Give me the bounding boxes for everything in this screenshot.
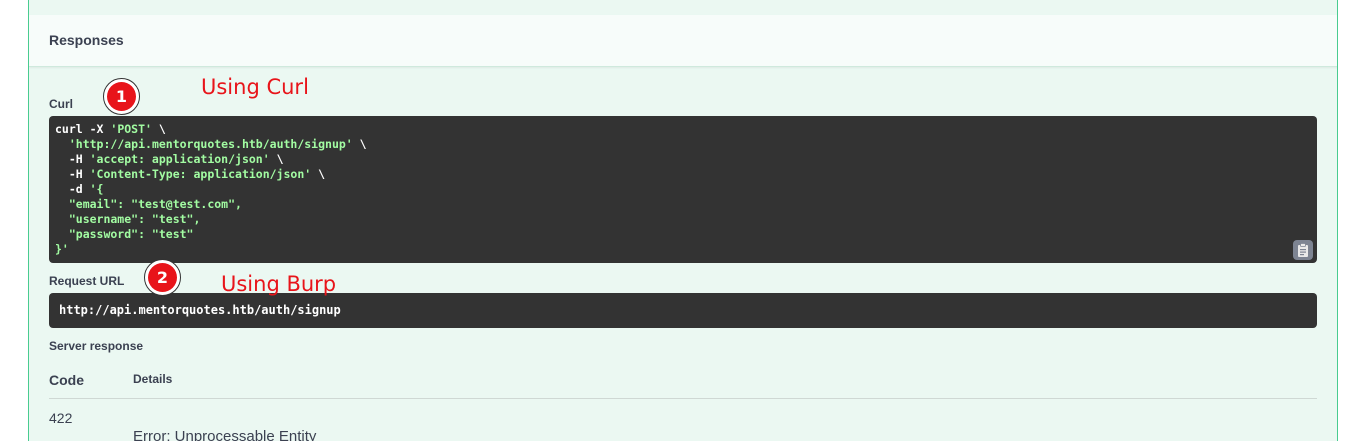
curl-string-token: }' [55,242,69,256]
curl-line: "username": "test", [55,212,1311,227]
responses-title: Responses [49,32,124,48]
server-response-label: Server response [49,339,144,353]
curl-line: "password": "test" [55,227,1311,242]
curl-line: -d '{ [55,182,1311,197]
copy-to-clipboard-button[interactable] [1293,240,1313,260]
curl-string-token: "email": "test@test.com", [55,197,242,211]
request-url-label: Request URL [49,274,125,288]
code-column-header: Code [49,372,84,388]
curl-line: "email": "test@test.com", [55,197,1311,212]
curl-token: -H [55,152,90,166]
details-column-header: Details [133,372,173,386]
curl-line: -H 'accept: application/json' \ [55,152,1311,167]
responses-header: Responses [29,15,1337,67]
curl-token: -H [55,167,90,181]
responses-panel: Responses Curl curl -X 'POST' \ 'http://… [28,0,1338,441]
curl-string-token: "username": "test", [55,212,201,226]
response-code: 422 [49,410,73,426]
curl-line: curl -X 'POST' \ [55,122,1311,137]
curl-string-token: 'POST' [110,122,152,136]
annotation-number-1: 1 [107,82,136,111]
curl-token: \ [269,152,284,166]
annotation-text-using-burp: Using Burp [221,272,337,296]
curl-label: Curl [49,97,73,111]
clipboard-icon [1298,243,1308,257]
table-divider [49,398,1317,399]
annotation-number-2: 2 [148,263,177,292]
request-url-block[interactable]: http://api.mentorquotes.htb/auth/signup [49,293,1317,328]
curl-token: curl -X [55,122,111,136]
curl-string-token: "password": "test" [55,227,194,241]
curl-token [55,137,69,151]
curl-line: -H 'Content-Type: application/json' \ [55,167,1311,182]
curl-line: 'http://api.mentorquotes.htb/auth/signup… [55,137,1311,152]
curl-token: -d [55,182,90,196]
curl-string-token: '{ [89,182,104,196]
curl-token: \ [311,167,326,181]
curl-string-token: 'http://api.mentorquotes.htb/auth/signup… [68,137,353,151]
response-details: Error: Unprocessable Entity [133,428,317,441]
annotation-text-using-curl: Using Curl [201,75,309,99]
annotation-marker-2: 2 [144,259,181,296]
curl-string-token: 'Content-Type: application/json' [89,167,312,181]
request-url-value: http://api.mentorquotes.htb/auth/signup [59,303,341,317]
curl-command-block[interactable]: curl -X 'POST' \ 'http://api.mentorquote… [49,116,1317,263]
curl-line: }' [55,242,1311,257]
curl-token: \ [151,122,166,136]
annotation-marker-1: 1 [103,78,140,115]
curl-string-token: 'accept: application/json' [89,152,270,166]
curl-token: \ [352,137,367,151]
